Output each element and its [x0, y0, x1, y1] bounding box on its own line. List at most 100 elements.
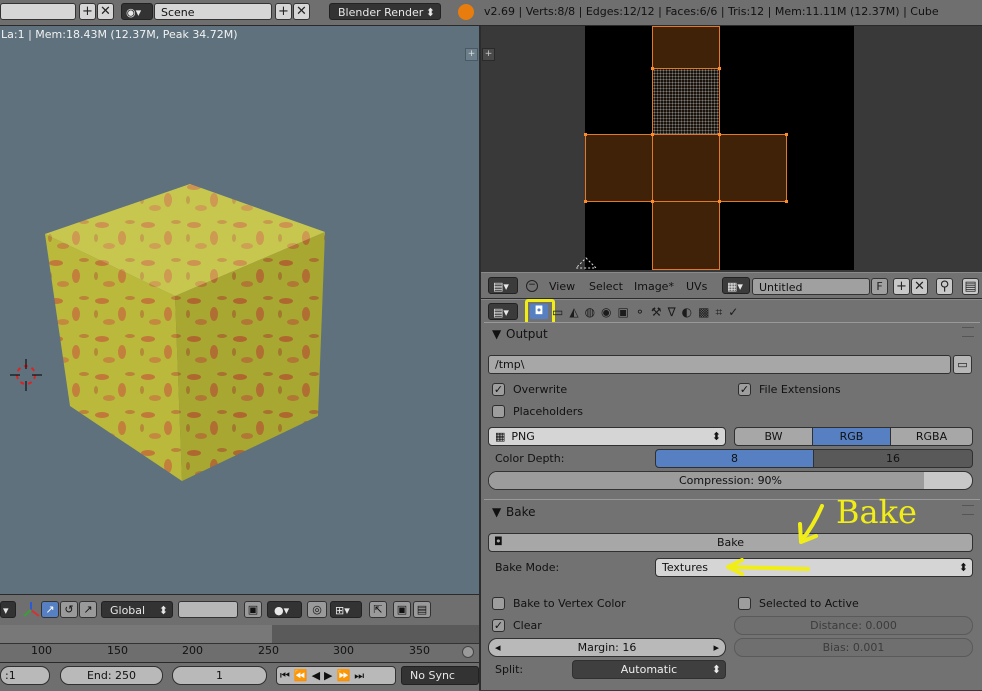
timeline-tick: 150 — [107, 644, 128, 657]
dropdown-arrow-icon: ⬍ — [711, 430, 721, 443]
properties-editor-type-dropdown[interactable]: ▤▾ — [488, 303, 518, 320]
file-format-dropdown[interactable]: ▦ PNG ⬍ — [488, 427, 726, 446]
color-mode-rgb-button[interactable]: RGB — [812, 427, 891, 446]
uv-face[interactable] — [652, 201, 720, 270]
transform-orientation-dropdown[interactable]: Global ⬍ — [101, 601, 173, 618]
color-mode-rgba-button[interactable]: RGBA — [890, 427, 973, 446]
timeline-scroll-handle-icon[interactable] — [462, 646, 474, 658]
image-pack-icon[interactable]: ▤ — [962, 278, 979, 295]
menu-select[interactable]: Select — [589, 280, 623, 293]
annotation-arrow-to-bake-button — [798, 504, 824, 544]
add-scene-button[interactable]: + — [275, 3, 292, 20]
uv-vertex[interactable] — [718, 133, 721, 136]
uv-vertex[interactable] — [718, 67, 721, 70]
uv-face[interactable] — [719, 134, 787, 202]
scene-selector-icon[interactable]: ◉▾ — [121, 3, 153, 20]
color-depth-8-button[interactable]: 8 — [655, 449, 814, 468]
snap-element-dropdown[interactable]: ⊞▾ — [330, 601, 362, 618]
start-frame-field[interactable]: :1 — [0, 666, 50, 685]
render-tab-camera-icon[interactable]: ◘ — [530, 304, 548, 319]
distance-field[interactable]: Distance: 0.000 — [734, 616, 973, 635]
uv-island[interactable] — [584, 26, 854, 272]
bake-button[interactable]: ◘ Bake — [488, 533, 973, 552]
bake-panel-title[interactable]: Bake — [506, 505, 536, 519]
screen-layout-field[interactable] — [0, 3, 76, 20]
remove-scene-button[interactable]: ✕ — [293, 3, 310, 20]
timeline-divider — [0, 643, 479, 644]
bake-to-vertex-color-checkbox[interactable] — [492, 597, 505, 610]
bake-panel-collapse-icon[interactable]: ▼ — [492, 505, 501, 519]
unlink-image-button[interactable]: ✕ — [911, 278, 928, 295]
pin-image-icon[interactable]: ⚲ — [936, 278, 953, 295]
bake-mode-dropdown[interactable]: Textures ⬍ — [655, 558, 973, 577]
bias-field[interactable]: Bias: 0.001 — [734, 638, 973, 657]
split-dropdown[interactable]: Automatic ⬍ — [572, 660, 726, 679]
split-label: Split: — [495, 663, 524, 676]
selected-to-active-checkbox[interactable] — [738, 597, 751, 610]
orientation-label: Global — [110, 604, 146, 617]
menu-uvs[interactable]: UVs — [686, 280, 707, 293]
current-frame-field[interactable]: 1 — [172, 666, 267, 685]
compression-slider[interactable]: Compression: 90% — [488, 471, 973, 490]
layers-buttons[interactable] — [178, 601, 238, 618]
uv-vertex[interactable] — [584, 133, 587, 136]
output-path-field[interactable]: /tmp\ — [488, 355, 951, 374]
margin-field[interactable]: ◂ Margin: 16 ▸ — [488, 638, 726, 657]
collapse-menus-icon[interactable]: − — [526, 280, 538, 292]
uv-vertex[interactable] — [785, 200, 788, 203]
add-screen-button[interactable]: + — [79, 3, 96, 20]
mode-dropdown[interactable]: ▾ — [0, 601, 16, 618]
uv-vertex[interactable] — [584, 200, 587, 203]
menu-view[interactable]: View — [549, 280, 575, 293]
color-mode-bw-button[interactable]: BW — [734, 427, 813, 446]
folder-browse-icon[interactable]: ▭ — [953, 355, 972, 374]
editor-type-dropdown[interactable]: ▤▾ — [488, 277, 518, 294]
remove-screen-button[interactable]: ✕ — [97, 3, 114, 20]
uv-vertex[interactable] — [651, 67, 654, 70]
uv-face-selected[interactable] — [652, 68, 720, 135]
uv-vertex[interactable] — [651, 200, 654, 203]
panel-drag-handle-icon[interactable] — [962, 505, 974, 515]
cube-render[interactable] — [0, 26, 479, 594]
placeholders-checkbox[interactable] — [492, 405, 505, 418]
uv-vertex[interactable] — [718, 200, 721, 203]
menu-image[interactable]: Image* — [634, 280, 674, 293]
pivot-point-dropdown[interactable]: ●▾ — [267, 601, 302, 618]
increment-arrow-icon[interactable]: ▸ — [713, 639, 719, 656]
annotation-arrow-to-bake-mode — [726, 558, 810, 576]
uv-face[interactable] — [585, 134, 653, 202]
sync-mode-dropdown[interactable]: No Sync — [401, 666, 479, 685]
uv-toolshelf-toggle-icon[interactable]: + — [482, 48, 495, 61]
properties-context-tabs[interactable]: ▭◭◍◉▣⚬⚒∇◐▩⌗✓ — [552, 304, 762, 320]
new-image-button[interactable]: + — [893, 278, 910, 295]
uv-vertex[interactable] — [651, 133, 654, 136]
clear-checkbox[interactable]: ✓ — [492, 619, 505, 632]
translate-manipulator-icon[interactable]: ↗ — [41, 601, 59, 618]
scale-manipulator-icon[interactable]: ↗ — [79, 601, 97, 618]
end-frame-field[interactable]: End: 250 — [60, 666, 163, 685]
file-extensions-checkbox[interactable]: ✓ — [738, 383, 751, 396]
image-name-field[interactable]: Untitled — [752, 278, 870, 295]
proportional-edit-icon[interactable]: ◎ — [307, 601, 327, 618]
occlude-geometry-icon[interactable]: ▣ — [244, 601, 262, 618]
opengl-animation-icon[interactable]: ▤ — [413, 601, 431, 618]
snap-toggle-icon[interactable]: ⇱ — [369, 601, 387, 618]
overwrite-checkbox[interactable]: ✓ — [492, 383, 505, 396]
manipulator-icon[interactable] — [21, 600, 41, 620]
uv-vertex[interactable] — [785, 133, 788, 136]
browse-image-icon[interactable]: ▦▾ — [722, 277, 750, 294]
timeline-outside-range — [272, 625, 479, 643]
render-engine-dropdown[interactable]: Blender Render ⬍ — [329, 3, 441, 20]
fake-user-button[interactable]: F — [871, 278, 888, 295]
scene-name-field[interactable]: Scene — [154, 3, 272, 20]
output-panel-title[interactable]: Output — [506, 327, 548, 341]
opengl-render-icon[interactable]: ▣ — [393, 601, 411, 618]
uv-face[interactable] — [652, 134, 720, 202]
decrement-arrow-icon[interactable]: ◂ — [495, 639, 501, 656]
playback-controls[interactable]: ⏮⏪◀▶⏩⏭ — [276, 666, 396, 685]
panel-drag-handle-icon[interactable] — [962, 327, 974, 337]
output-panel-collapse-icon[interactable]: ▼ — [492, 327, 501, 341]
color-depth-16-button[interactable]: 16 — [813, 449, 973, 468]
uv-face[interactable] — [652, 26, 720, 69]
rotate-manipulator-icon[interactable]: ↺ — [60, 601, 78, 618]
